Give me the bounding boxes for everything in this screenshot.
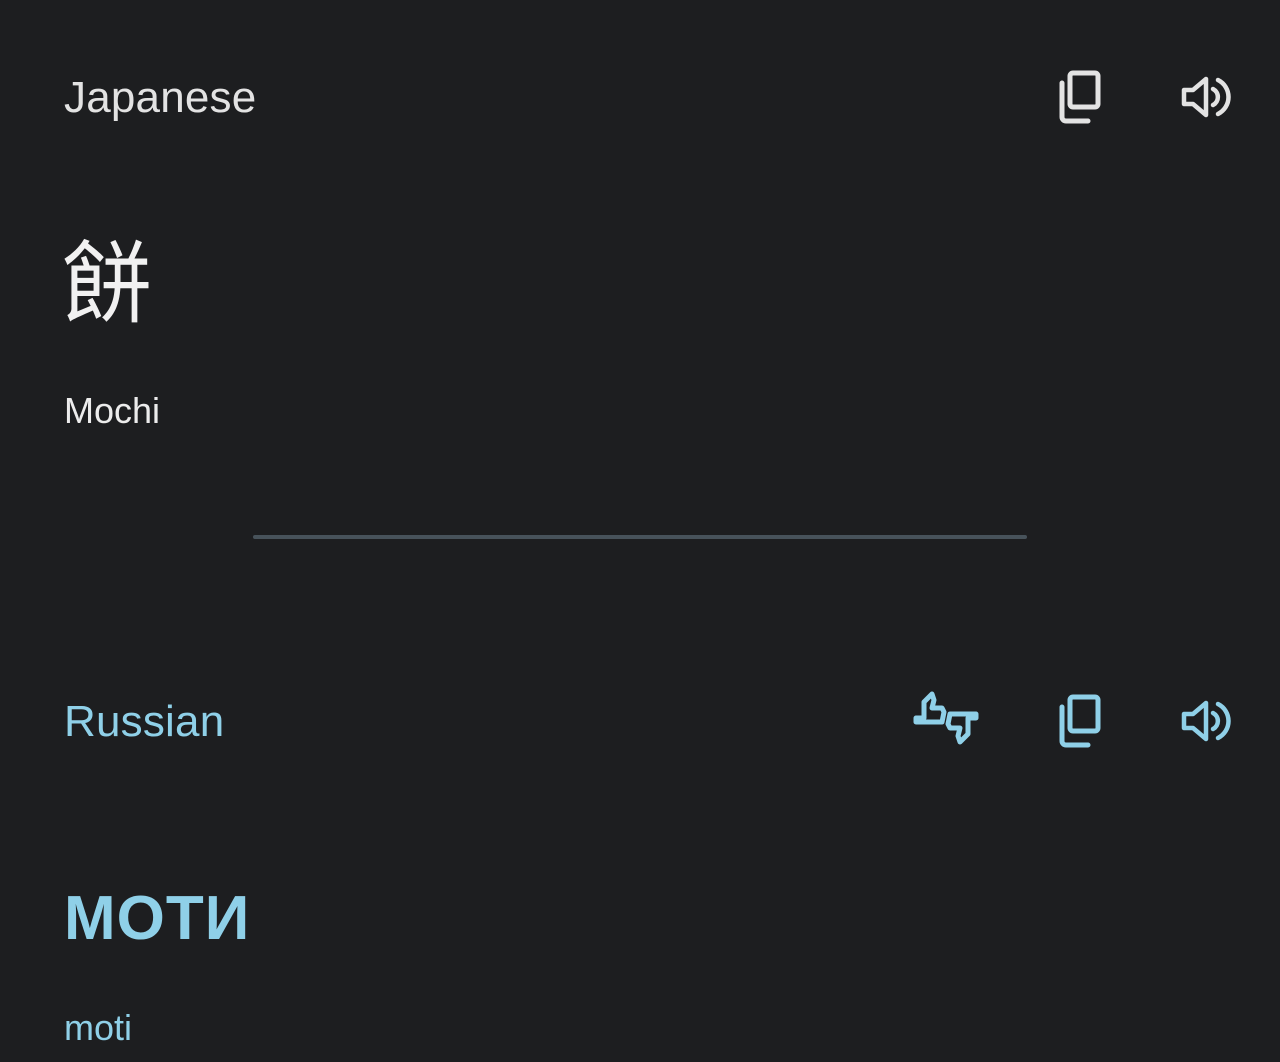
target-transliteration: moti: [64, 1007, 133, 1048]
source-transliteration: Mochi: [64, 390, 161, 431]
copy-icon: [1054, 691, 1106, 751]
target-text: МОТИ: [64, 884, 251, 953]
target-copy-button[interactable]: [1042, 683, 1118, 759]
source-text: 餅: [62, 232, 152, 337]
source-language-label[interactable]: Japanese: [64, 76, 256, 120]
copy-icon: [1054, 67, 1106, 127]
source-copy-button[interactable]: [1042, 59, 1118, 135]
target-speak-button[interactable]: [1168, 683, 1244, 759]
divider: [253, 535, 1027, 539]
thumbs-feedback-icon: [910, 688, 982, 754]
source-speak-button[interactable]: [1168, 59, 1244, 135]
feedback-button[interactable]: [908, 683, 984, 759]
volume-icon: [1178, 696, 1234, 746]
target-language-label[interactable]: Russian: [64, 700, 224, 744]
volume-icon: [1178, 72, 1234, 122]
